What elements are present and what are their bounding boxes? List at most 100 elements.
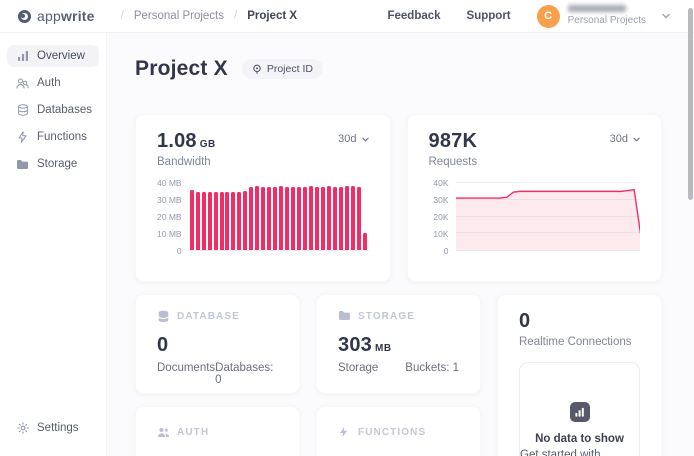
chart-bar <box>267 187 271 250</box>
avatar: C <box>537 5 560 28</box>
database-category-label: DATABASE <box>177 311 240 322</box>
sidebar-item-overview[interactable]: Overview <box>7 45 99 67</box>
axis-tick-label: 0 <box>444 246 449 256</box>
chart-bar <box>220 192 224 250</box>
chart-bar <box>190 190 194 250</box>
project-id-label: Project ID <box>267 63 313 75</box>
support-link[interactable]: Support <box>467 10 511 22</box>
feedback-link[interactable]: Feedback <box>387 10 440 22</box>
breadcrumb-personal-projects[interactable]: Personal Projects <box>134 10 224 22</box>
line-series <box>456 183 641 250</box>
title-row: Project X Project ID <box>135 57 661 81</box>
appwrite-logo[interactable]: appwrite <box>18 8 95 24</box>
bandwidth-value: 1.08GB <box>157 130 216 153</box>
range-value: 30d <box>338 133 356 145</box>
no-data-text: No data to show <box>535 433 624 445</box>
sidebar-item-storage[interactable]: Storage <box>7 153 99 175</box>
storage-card[interactable]: STORAGE 303MB Storage Buckets: 1 <box>316 294 481 394</box>
gear-icon <box>16 422 29 435</box>
database-icon <box>157 310 170 323</box>
chart-bar <box>291 187 295 250</box>
axis-tick-label: 10K <box>433 229 448 239</box>
chart-bar <box>196 192 200 250</box>
axis-tick-label: 30K <box>433 195 448 205</box>
vertical-scrollbar[interactable] <box>688 8 693 200</box>
requests-range-dropdown[interactable]: 30d <box>610 133 640 145</box>
get-started-realtime-link[interactable]: Get started with Realtime <box>520 449 639 456</box>
main-content: Project X Project ID 1.08GB Bandwidth 30… <box>108 33 694 456</box>
chart-bar <box>237 192 241 250</box>
folder-icon <box>338 310 351 323</box>
database-card[interactable]: DATABASE 0 Documents Databases: 0 <box>135 294 300 394</box>
functions-card[interactable]: FUNCTIONS <box>316 406 481 456</box>
topbar-right: Feedback Support C Personal Projects <box>387 5 674 28</box>
dashboard-grid: 1.08GB Bandwidth 30d 40 MB30 MB20 MB10 M… <box>135 114 662 456</box>
functions-category-label: FUNCTIONS <box>358 427 426 438</box>
sidebar-item-label: Storage <box>37 158 77 170</box>
project-id-badge[interactable]: Project ID <box>242 59 323 79</box>
bandwidth-range-dropdown[interactable]: 30d <box>338 133 368 145</box>
chart-bar <box>297 187 301 250</box>
requests-y-axis: 40K30K20K10K0 <box>429 178 456 256</box>
sidebar-item-label: Settings <box>37 422 79 434</box>
lightning-icon <box>338 426 351 439</box>
bandwidth-card: 1.08GB Bandwidth 30d 40 MB30 MB20 MB10 M… <box>135 114 391 282</box>
sidebar-item-databases[interactable]: Databases <box>7 99 99 121</box>
databases-count: Databases: 0 <box>215 362 278 386</box>
account-menu[interactable]: C Personal Projects <box>537 5 670 28</box>
storage-label: Storage <box>338 362 378 374</box>
lightning-icon <box>16 131 29 144</box>
realtime-card: 0 Realtime Connections No data to show G… <box>497 294 662 456</box>
sidebar-item-label: Auth <box>37 77 61 89</box>
breadcrumb-project-x[interactable]: Project X <box>247 10 297 22</box>
appwrite-logo-text: appwrite <box>37 8 95 24</box>
requests-card: 987K Requests 30d 40K30K20K10K0 <box>407 114 663 282</box>
chart-bar <box>303 187 307 250</box>
account-texts: Personal Projects <box>568 5 646 27</box>
breadcrumb-separator: / <box>121 10 124 22</box>
auth-category-label: AUTH <box>177 427 209 438</box>
chart-bar <box>315 187 319 250</box>
chart-bar <box>225 192 229 250</box>
chart-bar <box>255 186 259 250</box>
requests-metric: 987K Requests <box>429 130 478 168</box>
account-name-redacted <box>568 5 626 12</box>
axis-tick-label: 10 MB <box>157 229 182 239</box>
bandwidth-unit: GB <box>200 139 216 150</box>
documents-label: Documents <box>157 362 215 386</box>
appwrite-logo-icon <box>18 10 31 23</box>
axis-tick-label: 20K <box>433 212 448 222</box>
realtime-connections-label: Realtime Connections <box>519 336 640 348</box>
sidebar-item-label: Functions <box>37 131 87 143</box>
chart-bar <box>285 187 289 250</box>
buckets-count: Buckets: 1 <box>405 362 459 374</box>
sidebar-item-functions[interactable]: Functions <box>7 126 99 148</box>
requests-plot <box>456 183 641 251</box>
bandwidth-label: Bandwidth <box>157 156 216 168</box>
sidebar: Overview Auth Databases Functions Storag… <box>0 33 107 456</box>
chart-bar <box>351 186 355 250</box>
chart-bar <box>261 187 265 250</box>
folder-icon <box>16 158 29 171</box>
sidebar-item-settings[interactable]: Settings <box>7 417 99 439</box>
chart-bar <box>321 187 325 250</box>
realtime-empty-state: No data to show Get started with Realtim… <box>519 362 640 456</box>
chart-bar <box>249 187 253 250</box>
bar-chart-icon <box>570 402 590 422</box>
sidebar-item-label: Overview <box>37 50 85 62</box>
axis-tick-label: 20 MB <box>157 212 182 222</box>
breadcrumb: / Personal Projects / Project X <box>121 10 297 22</box>
sidebar-item-label: Databases <box>37 104 92 116</box>
bandwidth-y-axis: 40 MB30 MB20 MB10 MB0 <box>157 178 189 256</box>
bandwidth-chart: 40 MB30 MB20 MB10 MB0 <box>157 183 369 251</box>
chart-bar <box>202 192 206 250</box>
bar-chart-icon <box>16 50 29 63</box>
auth-card[interactable]: AUTH <box>135 406 300 456</box>
users-icon <box>16 77 29 90</box>
top-bar: appwrite / Personal Projects / Project X… <box>0 0 694 33</box>
realtime-connections-count: 0 <box>519 310 640 333</box>
storage-category-label: STORAGE <box>358 311 415 322</box>
axis-tick-label: 40 MB <box>157 178 182 188</box>
sidebar-item-auth[interactable]: Auth <box>7 72 99 94</box>
chart-bar <box>243 191 247 250</box>
